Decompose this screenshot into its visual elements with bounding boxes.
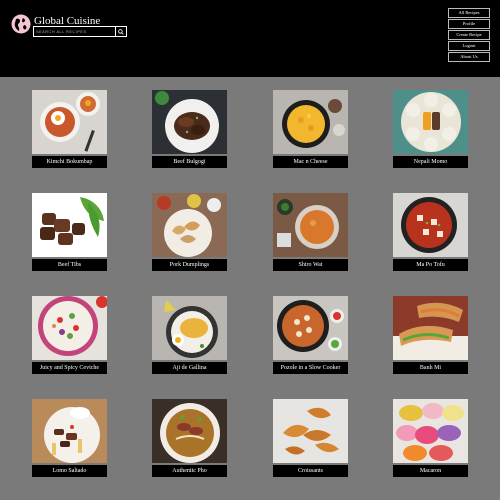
recipe-title[interactable]: Croissants xyxy=(273,465,348,477)
recipe-image[interactable] xyxy=(393,90,468,154)
site-header: Global Cuisine All Recipes Profile Creat… xyxy=(0,0,500,77)
nav-logout[interactable]: Logout xyxy=(448,41,490,51)
recipe-image[interactable] xyxy=(393,296,468,360)
recipe-image[interactable] xyxy=(273,296,348,360)
recipe-image[interactable] xyxy=(393,399,468,463)
recipe-title[interactable]: Beef Tibs xyxy=(32,259,107,271)
recipe-title[interactable]: Shiro Wat xyxy=(273,259,348,271)
recipe-title[interactable]: Pozole in a Slow Cooker xyxy=(273,362,348,374)
recipe-card[interactable]: Lomo Saltado xyxy=(32,399,107,480)
recipe-title[interactable]: Pork Dumplings xyxy=(152,259,227,271)
recipe-image[interactable] xyxy=(273,193,348,257)
recipe-title[interactable]: Banh Mi xyxy=(393,362,468,374)
globe-icon[interactable] xyxy=(11,14,31,34)
recipe-title[interactable]: Kimchi Bokumbap xyxy=(32,156,107,168)
recipe-card[interactable]: Aji de Gallina xyxy=(152,296,227,377)
recipe-card[interactable]: Nepali Momo xyxy=(393,90,468,171)
recipe-image[interactable] xyxy=(152,193,227,257)
nav-profile[interactable]: Profile xyxy=(448,19,490,29)
recipe-image[interactable] xyxy=(32,90,107,154)
recipe-card[interactable]: Beef Bulgogi xyxy=(152,90,227,171)
recipe-image[interactable] xyxy=(393,193,468,257)
recipe-title[interactable]: Beef Bulgogi xyxy=(152,156,227,168)
recipe-card[interactable]: Banh Mi xyxy=(393,296,468,377)
nav-create-recipe[interactable]: Create Recipe xyxy=(448,30,490,40)
recipe-title[interactable]: Authentic Pho xyxy=(152,465,227,477)
recipe-title[interactable]: Mac n Cheese xyxy=(273,156,348,168)
recipe-card[interactable]: Authentic Pho xyxy=(152,399,227,480)
recipe-image[interactable] xyxy=(152,399,227,463)
nav-about-us[interactable]: About Us xyxy=(448,52,490,62)
recipe-title[interactable]: Macaron xyxy=(393,465,468,477)
recipe-image[interactable] xyxy=(32,193,107,257)
recipe-title[interactable]: Juicy and Spicy Ceviche xyxy=(32,362,107,374)
recipe-card[interactable]: Kimchi Bokumbap xyxy=(32,90,107,171)
search-icon xyxy=(118,28,124,35)
recipe-card[interactable]: Macaron xyxy=(393,399,468,480)
recipe-image[interactable] xyxy=(273,399,348,463)
nav-menu: All Recipes Profile Create Recipe Logout… xyxy=(448,8,490,63)
recipe-card[interactable]: Mac n Cheese xyxy=(273,90,348,171)
recipe-card[interactable]: Ma Po Tofu xyxy=(393,193,468,274)
recipe-image[interactable] xyxy=(152,90,227,154)
recipe-title[interactable]: Aji de Gallina xyxy=(152,362,227,374)
recipe-image[interactable] xyxy=(273,90,348,154)
recipe-card[interactable]: Beef Tibs xyxy=(32,193,107,274)
search-bar xyxy=(33,26,127,37)
recipe-card[interactable]: Pork Dumplings xyxy=(152,193,227,274)
recipe-title[interactable]: Ma Po Tofu xyxy=(393,259,468,271)
search-input[interactable] xyxy=(34,27,116,36)
recipe-card[interactable]: Shiro Wat xyxy=(273,193,348,274)
recipe-title[interactable]: Lomo Saltado xyxy=(32,465,107,477)
search-button[interactable] xyxy=(115,27,126,36)
recipe-image[interactable] xyxy=(32,296,107,360)
recipe-card[interactable]: Pozole in a Slow Cooker xyxy=(273,296,348,377)
nav-all-recipes[interactable]: All Recipes xyxy=(448,8,490,18)
recipe-image[interactable] xyxy=(32,399,107,463)
recipe-card[interactable]: Croissants xyxy=(273,399,348,480)
recipe-card[interactable]: Juicy and Spicy Ceviche xyxy=(32,296,107,377)
recipe-title[interactable]: Nepali Momo xyxy=(393,156,468,168)
recipe-image[interactable] xyxy=(152,296,227,360)
